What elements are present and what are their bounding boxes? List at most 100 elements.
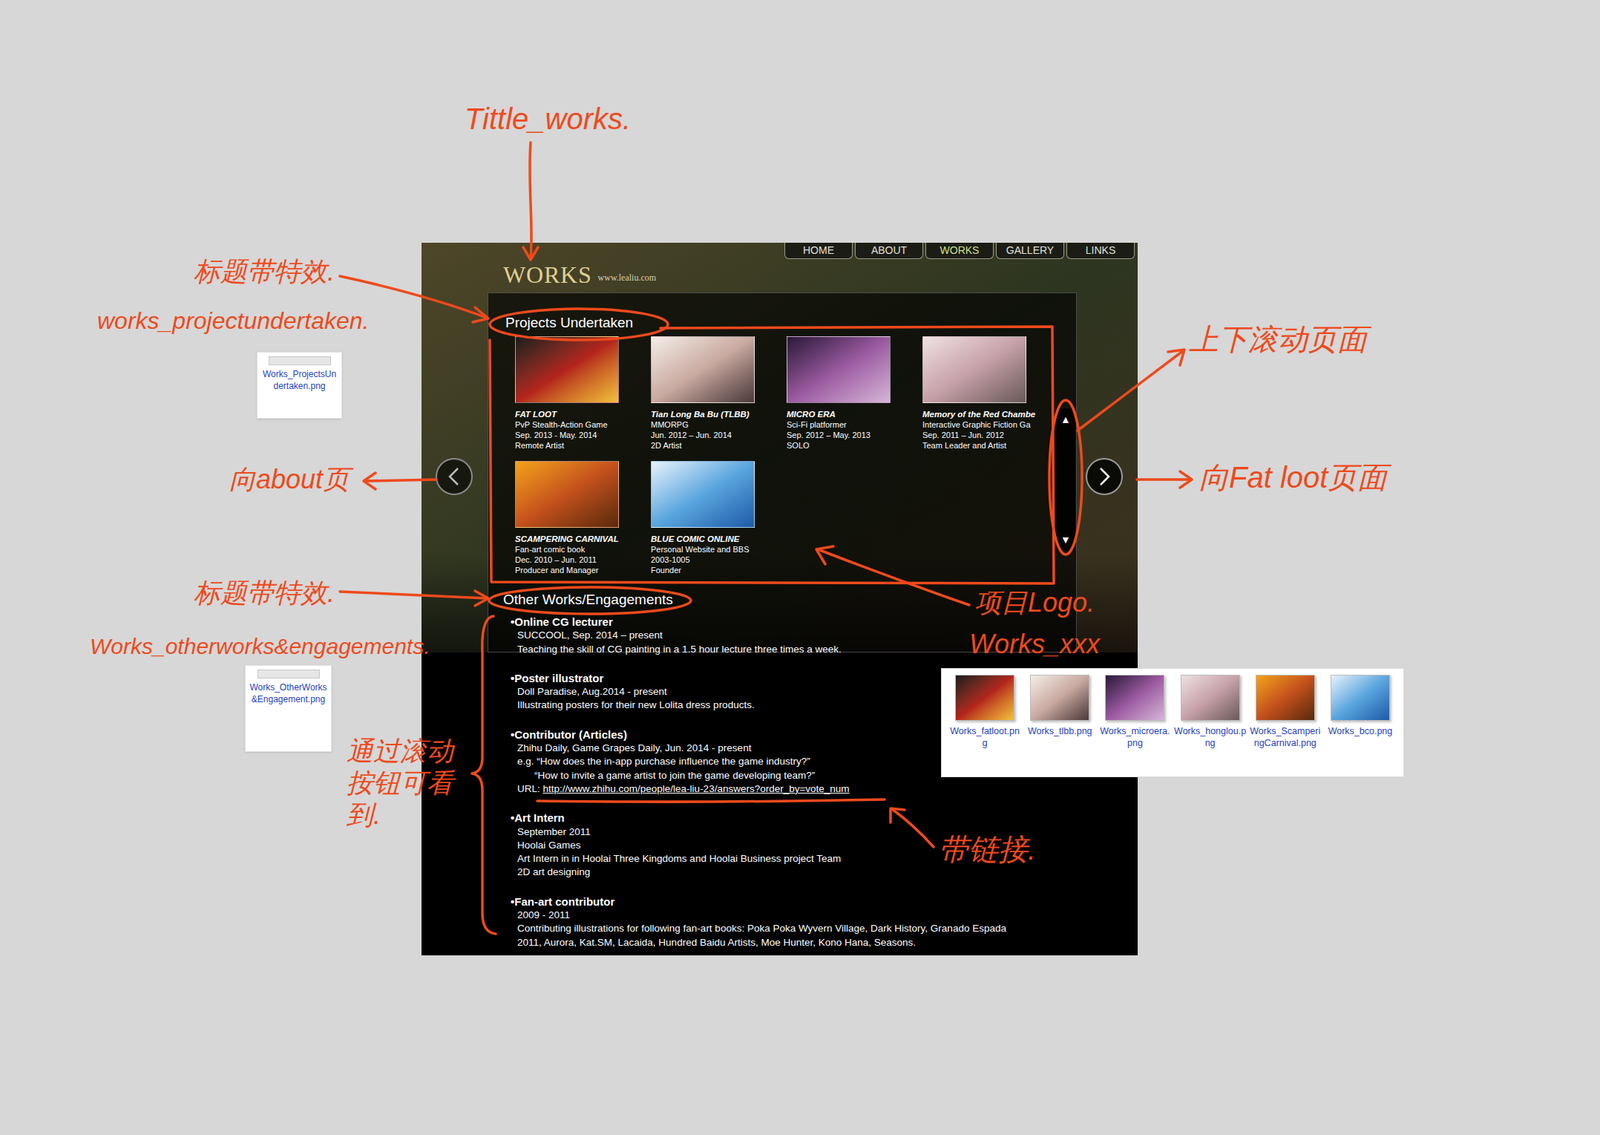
other-work-title: Poster illustrator bbox=[514, 671, 604, 685]
other-work-detail: 2009 - 2011 bbox=[510, 908, 1007, 922]
other-work-detail: “How to invite a game artist to join the… bbox=[510, 768, 1007, 783]
project-card[interactable]: MICRO ERASci-Fi platformerSep. 2012 – Ma… bbox=[786, 336, 923, 451]
file-name: Works_honglou.png bbox=[1174, 725, 1247, 749]
scroll-bar: ▲▼ bbox=[1056, 408, 1076, 551]
about-arrow-icon bbox=[363, 472, 437, 490]
other-work-title: Online CG lecturer bbox=[514, 615, 613, 629]
project-logo[interactable] bbox=[786, 336, 891, 403]
heading-circle-icon bbox=[489, 587, 691, 614]
nav-button[interactable]: LINKS bbox=[1066, 242, 1135, 259]
project-info: Tian Long Ba Bu (TLBB)MMORPGJun. 2012 – … bbox=[650, 408, 787, 451]
file-thumbnail[interactable]: Works_ProjectsUndertaken.png bbox=[256, 351, 343, 419]
project-card[interactable]: SCAMPERING CARNIVALFan-art comic bookDec… bbox=[515, 460, 651, 576]
file-item[interactable]: Works_tlbb.png bbox=[1022, 674, 1097, 774]
other-work-detail: Hoolai Games bbox=[510, 838, 1007, 852]
heading-circle-icon bbox=[489, 308, 668, 340]
site-header: WORKSwww.lealiu.com bbox=[503, 260, 657, 289]
annotation-note: 通过滚动按钮可看到. bbox=[346, 734, 458, 832]
other-work-detail: Teaching the skill of CG painting in a 1… bbox=[510, 642, 1007, 657]
project-card[interactable]: BLUE COMIC ONLINEPersonal Website and BB… bbox=[650, 460, 787, 576]
scroll-up-button[interactable]: ▲ bbox=[1060, 414, 1071, 425]
project-logo[interactable] bbox=[515, 336, 619, 403]
project-logo[interactable] bbox=[922, 336, 1027, 403]
file-item[interactable]: Works_microera.png bbox=[1097, 674, 1172, 774]
project-detail: Sep. 2011 – Jun. 2012 bbox=[922, 429, 1059, 441]
other-work-title-row: •Fan-art contributor bbox=[510, 894, 1007, 909]
file-image bbox=[1255, 674, 1316, 721]
project-detail: PvP Stealth-Action Game bbox=[515, 419, 651, 430]
project-card[interactable]: Tian Long Ba Bu (TLBB)MMORPGJun. 2012 – … bbox=[650, 336, 787, 451]
other-work-detail: Contributing illustrations for following… bbox=[510, 921, 1007, 936]
project-card[interactable]: FAT LOOTPvP Stealth-Action GameSep. 2013… bbox=[515, 336, 651, 451]
project-title: SCAMPERING CARNIVAL bbox=[515, 533, 651, 544]
other-work-detail: September 2011 bbox=[510, 825, 1007, 839]
project-info: MICRO ERASci-Fi platformerSep. 2012 – Ma… bbox=[786, 408, 923, 451]
heading-arrow-icon bbox=[339, 276, 489, 323]
project-detail: Remote Artist bbox=[515, 440, 651, 451]
other-works-list: •Online CG lecturerSUCCOOL, Sep. 2014 – … bbox=[510, 615, 1007, 950]
project-title: MICRO ERA bbox=[786, 408, 923, 420]
next-arrow-icon bbox=[1136, 471, 1192, 488]
project-logo[interactable] bbox=[515, 460, 619, 528]
other-work-detail: e.g. “How does the in-app purchase influ… bbox=[510, 754, 1007, 769]
nav-button[interactable]: GALLERY bbox=[995, 242, 1065, 259]
file-item[interactable]: Works_honglou.png bbox=[1173, 674, 1248, 774]
nav-button[interactable]: HOME bbox=[784, 242, 853, 259]
file-item[interactable]: Works_fatloot.png bbox=[947, 674, 1022, 774]
file-thumbnail[interactable]: Works_OtherWorks&Engagement.png bbox=[244, 664, 332, 752]
other-work-detail: Art Intern in in Hoolai Three Kingdoms a… bbox=[510, 851, 1007, 866]
scroll-down-button[interactable]: ▼ bbox=[1060, 534, 1071, 545]
content-layer: WORKSwww.lealiu.com HOMEABOUTWORKSGALLERY… bbox=[0, 0, 1600, 1135]
project-logo[interactable] bbox=[650, 336, 755, 403]
project-detail: Sep. 2013 - May. 2014 bbox=[515, 429, 651, 441]
next-page-button[interactable] bbox=[1085, 457, 1123, 495]
bullet: • bbox=[510, 671, 515, 685]
project-detail: Personal Website and BBS bbox=[650, 543, 787, 555]
file-name: Works_OtherWorks&Engagement.png bbox=[248, 681, 329, 706]
title-arrow-icon bbox=[523, 142, 539, 260]
annotation-note: works_projectundertaken. bbox=[97, 306, 369, 335]
project-detail: MMORPG bbox=[650, 419, 787, 430]
bullet: • bbox=[510, 728, 515, 742]
other-work-item: •Poster illustratorDoll Paradise, Aug.20… bbox=[510, 671, 1007, 713]
nav-button[interactable]: ABOUT bbox=[854, 242, 924, 259]
other-work-title: Fan-art contributor bbox=[514, 894, 615, 909]
logo-frame-icon bbox=[489, 326, 1054, 584]
other-work-detail: SUCCOOL, Sep. 2014 – present bbox=[510, 628, 1007, 642]
list-bracket-icon bbox=[471, 615, 496, 934]
annotation-note: Works_xxx bbox=[969, 627, 1100, 660]
other-work-item: •Contributor (Articles)Zhihu Daily, Game… bbox=[510, 728, 1007, 796]
project-detail: Fan-art comic book bbox=[515, 543, 651, 555]
link-underline-icon bbox=[537, 799, 885, 802]
project-logo[interactable] bbox=[650, 460, 755, 528]
annotation-note: 上下滚动页面 bbox=[1188, 321, 1367, 357]
previous-page-button[interactable] bbox=[435, 457, 473, 495]
file-item[interactable]: Works_bco.png bbox=[1323, 674, 1398, 774]
file-name: Works_ProjectsUndertaken.png bbox=[260, 368, 339, 392]
other-work-item: •Fan-art contributor2009 - 2011Contribut… bbox=[510, 894, 1007, 950]
file-item[interactable]: Works_ScamperingCarnival.png bbox=[1248, 674, 1323, 774]
project-card[interactable]: Memory of the Red ChambeInteractive Grap… bbox=[922, 336, 1059, 451]
file-panel: Works_fatloot.pngWorks_tlbb.pngWorks_mic… bbox=[941, 667, 1405, 777]
site-domain: www.lealiu.com bbox=[598, 270, 657, 289]
link-arrow-icon bbox=[890, 808, 934, 847]
project-title: Tian Long Ba Bu (TLBB) bbox=[650, 408, 787, 420]
other-work-detail: 2D art designing bbox=[510, 865, 1007, 879]
project-title: BLUE COMIC ONLINE bbox=[650, 533, 787, 544]
other-works-heading: Other Works/Engagements bbox=[503, 590, 674, 610]
bullet: • bbox=[510, 894, 515, 909]
canvas: WORKSwww.lealiu.com HOMEABOUTWORKSGALLERY… bbox=[0, 0, 1600, 1135]
file-name: Works_bco.png bbox=[1323, 725, 1397, 737]
file-name: Works_fatloot.png bbox=[948, 725, 1022, 749]
bullet: • bbox=[510, 615, 515, 629]
project-grid: FAT LOOTPvP Stealth-Action GameSep. 2013… bbox=[515, 336, 1059, 576]
other-work-title-row: •Contributor (Articles) bbox=[510, 728, 1007, 742]
other-work-detail: 2011, Aurora, Kat.SM, Lacaida, Hundred B… bbox=[510, 935, 1007, 950]
heading-arrow-icon bbox=[339, 590, 489, 606]
project-detail: Sep. 2012 – May. 2013 bbox=[786, 429, 923, 441]
other-work-title: Contributor (Articles) bbox=[514, 728, 628, 742]
nav-button[interactable]: WORKS bbox=[925, 242, 994, 259]
profile-link[interactable]: http://www.zhihu.com/people/lea-liu-23/a… bbox=[543, 782, 850, 795]
scroll-arrow-icon bbox=[1077, 349, 1185, 431]
chevron-left-icon bbox=[446, 466, 463, 487]
